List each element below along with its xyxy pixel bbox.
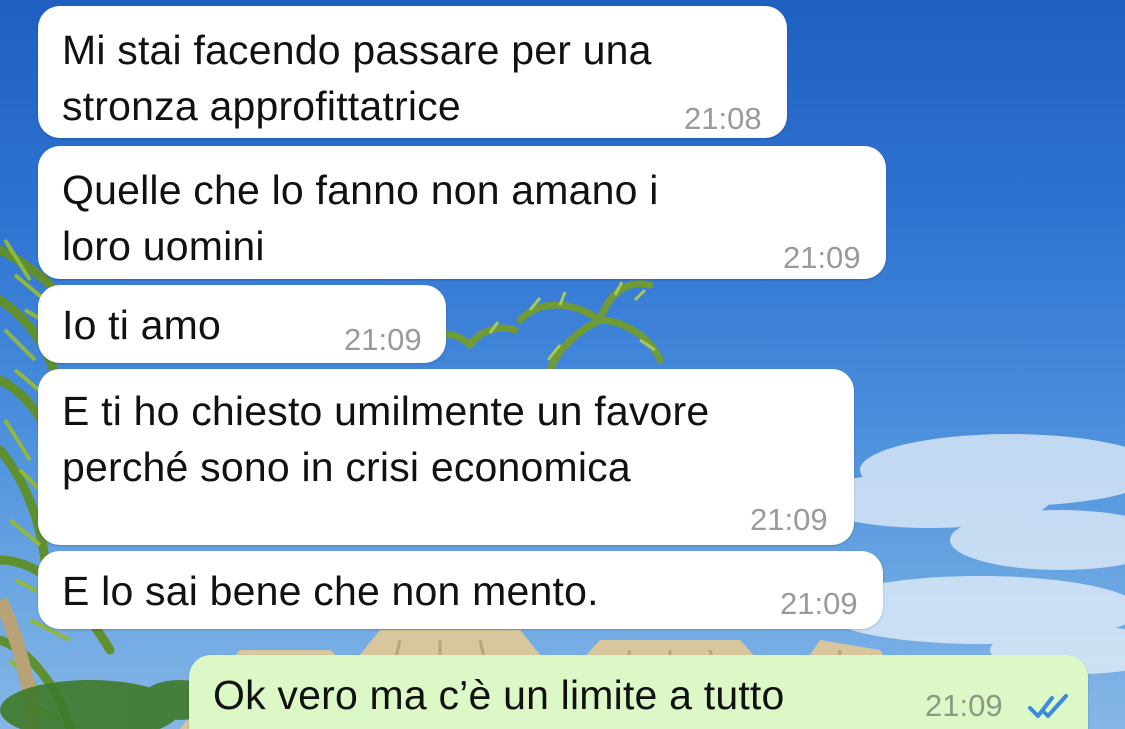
message-bubble-incoming[interactable]: Io ti amo 21:09 bbox=[38, 285, 446, 363]
message-bubble-incoming[interactable]: E lo sai bene che non mento. 21:09 bbox=[38, 551, 883, 629]
message-text: Quelle che lo fanno non amano i loro uom… bbox=[62, 167, 659, 269]
message-text: E ti ho chiesto umilmente un favore perc… bbox=[62, 388, 710, 490]
message-text: Mi stai facendo passare per una stronza … bbox=[62, 27, 652, 129]
message-text: Ok vero ma c’è un limite a tutto bbox=[213, 672, 785, 718]
message-bubble-incoming[interactable]: E ti ho chiesto umilmente un favore perc… bbox=[38, 369, 854, 545]
message-text: E lo sai bene che non mento. bbox=[62, 568, 599, 614]
message-bubble-incoming[interactable]: Mi stai facendo passare per una stronza … bbox=[38, 6, 787, 138]
message-bubble-incoming[interactable]: Quelle che lo fanno non amano i loro uom… bbox=[38, 146, 886, 279]
message-bubble-outgoing[interactable]: Ok vero ma c’è un limite a tutto 21:09 bbox=[189, 655, 1088, 729]
message-text: Io ti amo bbox=[62, 302, 222, 348]
message-timestamp: 21:09 bbox=[780, 586, 858, 621]
message-timestamp: 21:09 bbox=[344, 322, 422, 357]
message-timestamp: 21:08 bbox=[684, 101, 762, 136]
message-timestamp: 21:09 bbox=[750, 502, 828, 537]
message-timestamp: 21:09 bbox=[783, 240, 861, 275]
message-timestamp: 21:09 bbox=[925, 688, 1003, 723]
double-check-read-icon bbox=[1028, 694, 1068, 718]
